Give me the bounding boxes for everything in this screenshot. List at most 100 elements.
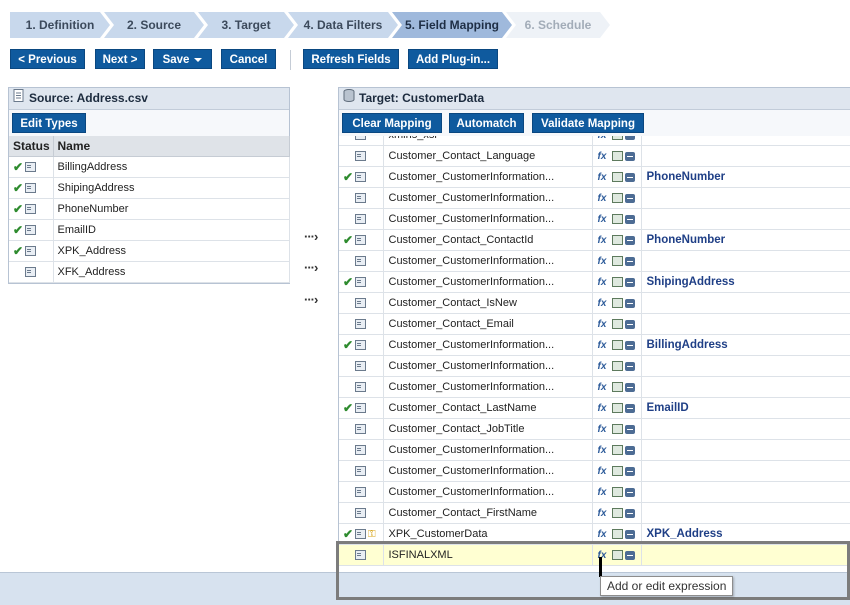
table-row[interactable]: Customer_CustomerInformation... fx	[339, 481, 850, 503]
lookup-icon[interactable]	[611, 361, 623, 372]
cancel-button[interactable]: Cancel	[221, 49, 276, 69]
target-field-name[interactable]: Customer_CustomerInformation...	[383, 187, 593, 209]
column-header-status[interactable]: Status	[9, 136, 54, 157]
refresh-fields-button[interactable]: Refresh Fields	[303, 49, 399, 69]
remove-icon[interactable]	[624, 487, 635, 497]
target-field-name[interactable]: Customer_Contact_IsNew	[383, 292, 593, 314]
mapped-source-field[interactable]	[641, 187, 850, 209]
automatch-button[interactable]: Automatch	[449, 113, 524, 133]
fx-icon[interactable]: fx	[598, 298, 610, 309]
lookup-icon[interactable]	[611, 151, 623, 162]
remove-icon[interactable]	[624, 424, 635, 434]
table-row[interactable]: ✔ EmailID	[9, 219, 290, 241]
fx-icon[interactable]: fx	[598, 424, 610, 435]
table-row[interactable]: Customer_CustomerInformation... fx	[339, 208, 850, 230]
table-row[interactable]: ✔ Customer_CustomerInformation... fx PhoneN…	[339, 166, 850, 188]
lookup-icon[interactable]	[611, 466, 623, 477]
remove-icon[interactable]	[624, 193, 635, 203]
remove-icon[interactable]	[624, 235, 635, 245]
target-field-name[interactable]: Customer_CustomerInformation...	[383, 334, 593, 356]
target-field-name[interactable]: Customer_CustomerInformation...	[383, 271, 593, 293]
mapped-source-field[interactable]	[641, 376, 850, 398]
mapped-source-field[interactable]	[641, 250, 850, 272]
fx-icon[interactable]: fx	[598, 235, 610, 246]
remove-icon[interactable]	[624, 214, 635, 224]
validate-mapping-button[interactable]: Validate Mapping	[532, 113, 644, 133]
wizard-step-field-mapping[interactable]: 5. Field Mapping	[392, 12, 512, 38]
target-field-name[interactable]: Customer_Contact_JobTitle	[383, 418, 593, 440]
field-name[interactable]: XPK_Address	[53, 240, 290, 262]
mapped-source-field[interactable]	[641, 145, 850, 167]
fx-icon[interactable]: fx	[598, 256, 610, 267]
field-name[interactable]: XFK_Address	[53, 261, 290, 283]
remove-icon[interactable]	[624, 298, 635, 308]
table-row[interactable]: Customer_CustomerInformation... fx	[339, 355, 850, 377]
fx-icon[interactable]: fx	[598, 214, 610, 225]
edit-types-button[interactable]: Edit Types	[12, 113, 86, 133]
field-name[interactable]: BillingAddress	[53, 156, 290, 178]
fx-icon[interactable]: fx	[598, 136, 610, 141]
remove-icon[interactable]	[624, 172, 635, 182]
table-row[interactable]: xmlns_xsi fx	[339, 136, 850, 146]
table-row[interactable]: Customer_Contact_Email fx	[339, 313, 850, 335]
table-row[interactable]: ✔ Customer_CustomerInformation... fx Billin…	[339, 334, 850, 356]
table-row[interactable]: ✔ ShipingAddress	[9, 177, 290, 199]
field-name[interactable]: PhoneNumber	[53, 198, 290, 220]
table-row[interactable]: Customer_CustomerInformation... fx	[339, 376, 850, 398]
fx-icon[interactable]: fx	[598, 361, 610, 372]
wizard-step-data-filters[interactable]: 4. Data Filters	[288, 12, 398, 38]
field-name[interactable]: ShipingAddress	[53, 177, 290, 199]
fx-icon[interactable]: fx	[598, 403, 610, 414]
remove-icon[interactable]	[624, 277, 635, 287]
mapped-source-field[interactable]	[641, 208, 850, 230]
lookup-icon[interactable]	[611, 382, 623, 393]
remove-icon[interactable]	[624, 403, 635, 413]
table-row[interactable]: ✔ Customer_Contact_LastName fx EmailID	[339, 397, 850, 419]
target-field-name[interactable]: Customer_Contact_Language	[383, 145, 593, 167]
lookup-icon[interactable]	[611, 277, 623, 288]
target-field-name[interactable]: Customer_CustomerInformation...	[383, 439, 593, 461]
lookup-icon[interactable]	[611, 487, 623, 498]
fx-icon[interactable]: fx	[598, 529, 610, 540]
column-header-name[interactable]: Name	[53, 136, 290, 157]
target-field-name[interactable]: Customer_Contact_ContactId	[383, 229, 593, 251]
target-field-name[interactable]: Customer_Contact_LastName	[383, 397, 593, 419]
lookup-icon[interactable]	[611, 193, 623, 204]
table-row[interactable]: Customer_Contact_FirstName fx	[339, 502, 850, 524]
target-field-name[interactable]: Customer_CustomerInformation...	[383, 460, 593, 482]
lookup-icon[interactable]	[611, 319, 623, 330]
target-field-name[interactable]: Customer_CustomerInformation...	[383, 166, 593, 188]
target-field-name[interactable]: Customer_CustomerInformation...	[383, 208, 593, 230]
table-row[interactable]: Customer_CustomerInformation... fx	[339, 250, 850, 272]
table-row[interactable]: Customer_Contact_IsNew fx	[339, 292, 850, 314]
fx-icon[interactable]: fx	[598, 382, 610, 393]
clear-mapping-button[interactable]: Clear Mapping	[342, 113, 442, 133]
wizard-step-schedule[interactable]: 6. Schedule	[506, 12, 610, 38]
save-button[interactable]: Save	[153, 49, 212, 69]
target-field-name[interactable]: Customer_CustomerInformation...	[383, 250, 593, 272]
remove-icon[interactable]	[624, 319, 635, 329]
mapped-source-field[interactable]	[641, 313, 850, 335]
lookup-icon[interactable]	[611, 172, 623, 183]
fx-icon[interactable]: fx	[598, 172, 610, 183]
lookup-icon[interactable]	[611, 298, 623, 309]
mapped-source-field[interactable]	[641, 292, 850, 314]
fx-icon[interactable]: fx	[598, 277, 610, 288]
mapped-source-field[interactable]	[641, 355, 850, 377]
fx-icon[interactable]: fx	[598, 487, 610, 498]
remove-icon[interactable]	[624, 382, 635, 392]
wizard-step-target[interactable]: 3. Target	[198, 12, 294, 38]
table-row[interactable]: ✔ BillingAddress	[9, 156, 290, 178]
mapped-source-field[interactable]: EmailID	[641, 397, 850, 419]
remove-icon[interactable]	[624, 256, 635, 266]
fx-icon[interactable]: fx	[598, 508, 610, 519]
table-row[interactable]: ✔ PhoneNumber	[9, 198, 290, 220]
fx-icon[interactable]: fx	[598, 466, 610, 477]
mapped-source-field[interactable]	[641, 481, 850, 503]
table-row[interactable]: XFK_Address	[9, 261, 290, 283]
table-row[interactable]: Customer_CustomerInformation... fx	[339, 460, 850, 482]
remove-icon[interactable]	[624, 466, 635, 476]
fx-icon[interactable]: fx	[598, 319, 610, 330]
table-row[interactable]: ✔ Customer_Contact_ContactId fx PhoneNumber	[339, 229, 850, 251]
mapped-source-field[interactable]	[641, 460, 850, 482]
